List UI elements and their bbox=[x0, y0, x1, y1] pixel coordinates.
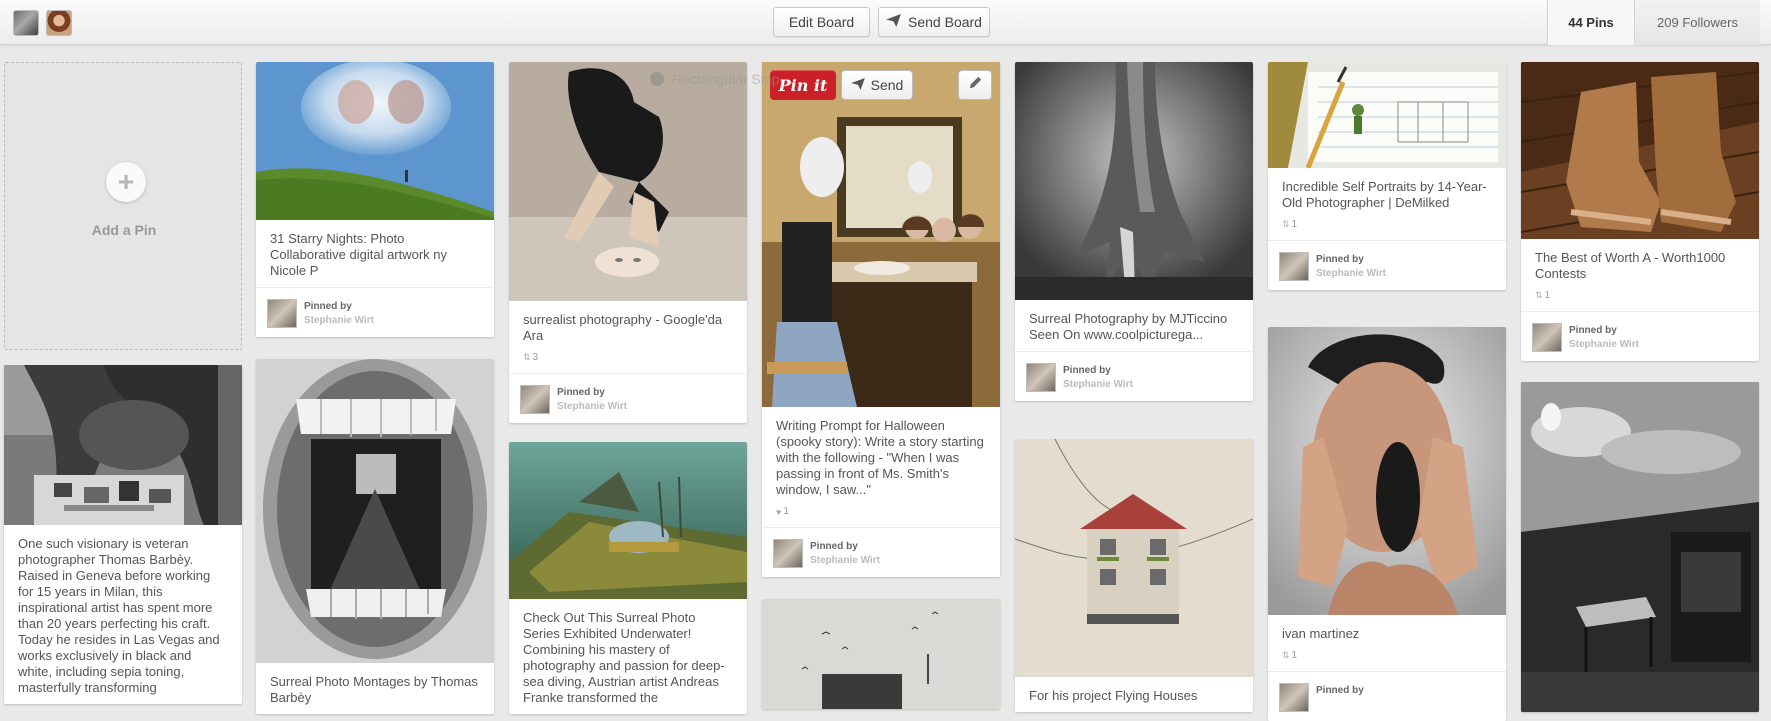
snipping-tool-overlay: Rectangular Snip bbox=[650, 70, 779, 88]
pinned-by-label: Pinned by bbox=[1316, 685, 1364, 696]
pin-description: Surreal Photo Montages by Thomas Barbèy bbox=[270, 674, 478, 705]
pin-description: The Best of Worth A - Worth1000 Contests bbox=[1535, 250, 1726, 281]
pinner-avatar[interactable] bbox=[1279, 252, 1309, 281]
board-header: Edit Board Send Board 44 Pins 209 Follow… bbox=[0, 0, 1771, 45]
pinner-avatar[interactable] bbox=[520, 385, 550, 414]
pin-description: surrealist photography - Google'da Ara bbox=[523, 312, 723, 343]
pin-image-foot-boots[interactable] bbox=[1521, 62, 1759, 239]
followers-count-tab[interactable]: 209 Followers bbox=[1634, 0, 1760, 45]
record-icon bbox=[650, 72, 664, 86]
pinned-by-label: Pinned by bbox=[1063, 365, 1111, 376]
pin-description: Incredible Self Portraits by 14-Year-Old… bbox=[1282, 179, 1487, 210]
plus-icon: + bbox=[106, 162, 146, 202]
pinned-by-row: Pinned by Stephanie Wirt bbox=[1268, 240, 1506, 290]
pinner-name[interactable]: Stephanie Wirt bbox=[1316, 268, 1386, 279]
pinner-name[interactable]: Stephanie Wirt bbox=[304, 315, 374, 326]
send-icon bbox=[850, 77, 865, 93]
pin-description: One such visionary is veteran photograph… bbox=[18, 536, 220, 695]
pin-card[interactable] bbox=[762, 599, 1000, 709]
pin-image-woman-mask[interactable] bbox=[509, 62, 747, 301]
pin-description: Writing Prompt for Halloween (spooky sto… bbox=[776, 418, 984, 497]
send-pin-button[interactable]: Send bbox=[841, 70, 913, 100]
pencil-icon bbox=[968, 75, 983, 95]
repin-icon: ⇅ bbox=[1282, 219, 1289, 229]
pin-card[interactable]: Check Out This Surreal Photo Series Exhi… bbox=[509, 442, 747, 714]
pinned-by-label: Pinned by bbox=[557, 387, 605, 398]
pinner-name[interactable]: Stephanie Wirt bbox=[557, 401, 627, 412]
pinned-by-row: Pinned by Stephanie Wirt bbox=[1015, 351, 1253, 401]
pinned-by-row: Pinned by Stephanie Wirt bbox=[1521, 311, 1759, 361]
edit-board-button[interactable]: Edit Board bbox=[773, 7, 870, 37]
repin-count: ⇅ 1 bbox=[1535, 290, 1551, 301]
collaborator-avatar[interactable] bbox=[46, 10, 72, 36]
pin-card[interactable] bbox=[1521, 382, 1759, 712]
repin-icon: ⇅ bbox=[523, 352, 530, 362]
pin-description: 31 Starry Nights: Photo Collaborative di… bbox=[270, 231, 448, 278]
edit-board-label: Edit Board bbox=[788, 14, 855, 30]
pinner-avatar[interactable] bbox=[1279, 683, 1309, 712]
pin-description: For his project Flying Houses bbox=[1029, 688, 1198, 703]
pinned-by-row: Pinned by Stephanie Wirt bbox=[256, 287, 494, 337]
pinned-by-row: Pinned by Stephanie Wirt bbox=[762, 527, 1000, 577]
pin-card[interactable]: surrealist photography - Google'da Ara ⇅… bbox=[509, 62, 747, 423]
pin-description: Surreal Photography by MJTiccino Seen On… bbox=[1029, 311, 1228, 342]
snip-label: Rectangular Snip bbox=[672, 71, 780, 87]
edit-pin-button[interactable] bbox=[958, 70, 992, 100]
pinner-name[interactable]: Stephanie Wirt bbox=[810, 555, 880, 566]
pin-card[interactable]: Surreal Photo Montages by Thomas Barbèy bbox=[256, 359, 494, 714]
pin-image-house-birds[interactable] bbox=[762, 599, 1000, 709]
board-stats: 44 Pins 209 Followers bbox=[1547, 0, 1760, 45]
pinned-by-label: Pinned by bbox=[304, 301, 352, 312]
pin-card[interactable]: ivan martinez ⇅ 1 Pinned by bbox=[1268, 327, 1506, 721]
pinner-avatar[interactable] bbox=[1026, 363, 1056, 392]
pins-count-tab[interactable]: 44 Pins bbox=[1547, 0, 1634, 45]
pin-image-mouth-montage[interactable] bbox=[256, 359, 494, 663]
heart-icon: ♥ bbox=[776, 506, 781, 517]
pin-image-screaming-man[interactable] bbox=[1268, 327, 1506, 615]
pin-card[interactable]: Surreal Photography by MJTiccino Seen On… bbox=[1015, 62, 1253, 401]
pin-card[interactable]: For his project Flying Houses bbox=[1015, 439, 1253, 712]
pin-card[interactable]: One such visionary is veteran photograph… bbox=[4, 365, 242, 704]
pinned-by-row: Pinned by Stephanie Wirt bbox=[509, 373, 747, 423]
repin-count: ⇅ 1 bbox=[1282, 219, 1298, 230]
pin-image-tree-hand[interactable] bbox=[1015, 62, 1253, 300]
pinned-by-label: Pinned by bbox=[1569, 325, 1617, 336]
pin-image-tree-village[interactable] bbox=[4, 365, 242, 525]
pinned-by-label: Pinned by bbox=[810, 541, 858, 552]
pin-image-self-portrait-notebook[interactable] bbox=[1268, 62, 1506, 168]
pinner-name[interactable]: Stephanie Wirt bbox=[1063, 379, 1133, 390]
pin-card[interactable]: The Best of Worth A - Worth1000 Contests… bbox=[1521, 62, 1759, 361]
pin-it-button[interactable]: Pin it bbox=[770, 70, 836, 100]
repin-count: ⇅ 3 bbox=[523, 352, 539, 363]
pin-card[interactable]: Pin it Send Writing Prompt for Halloween… bbox=[762, 62, 1000, 577]
send-board-label: Send Board bbox=[908, 14, 982, 30]
pin-image-dark-room-sky[interactable] bbox=[1521, 382, 1759, 712]
pinned-by-row: Pinned by bbox=[1268, 671, 1506, 721]
like-count: ♥ 1 bbox=[776, 506, 789, 517]
repin-icon: ⇅ bbox=[1535, 290, 1542, 300]
pin-image-flying-house[interactable] bbox=[1015, 439, 1253, 677]
pinner-avatar[interactable] bbox=[773, 539, 803, 568]
send-pin-label: Send bbox=[870, 77, 904, 93]
pinner-avatar[interactable] bbox=[267, 299, 297, 328]
pin-image-underwater-ship[interactable] bbox=[509, 442, 747, 599]
pinner-name[interactable]: Stephanie Wirt bbox=[1569, 339, 1639, 350]
pinner-avatar[interactable] bbox=[1532, 323, 1562, 352]
repin-count: ⇅ 1 bbox=[1282, 650, 1298, 661]
board-owner-avatar[interactable] bbox=[13, 10, 39, 36]
pin-description: Check Out This Surreal Photo Series Exhi… bbox=[523, 610, 725, 705]
pinned-by-label: Pinned by bbox=[1316, 254, 1364, 265]
pin-card[interactable]: Incredible Self Portraits by 14-Year-Old… bbox=[1268, 62, 1506, 290]
send-board-button[interactable]: Send Board bbox=[878, 7, 990, 37]
add-pin-label: Add a Pin bbox=[91, 222, 157, 238]
pin-image-halloween-mirror[interactable]: Pin it Send bbox=[762, 62, 1000, 407]
pin-description: ivan martinez bbox=[1282, 626, 1360, 641]
pin-image-starry-night[interactable] bbox=[256, 62, 494, 220]
add-pin-card[interactable]: + Add a Pin bbox=[4, 62, 242, 350]
repin-icon: ⇅ bbox=[1282, 650, 1289, 660]
pin-card[interactable]: 31 Starry Nights: Photo Collaborative di… bbox=[256, 62, 494, 337]
send-icon bbox=[886, 14, 901, 30]
